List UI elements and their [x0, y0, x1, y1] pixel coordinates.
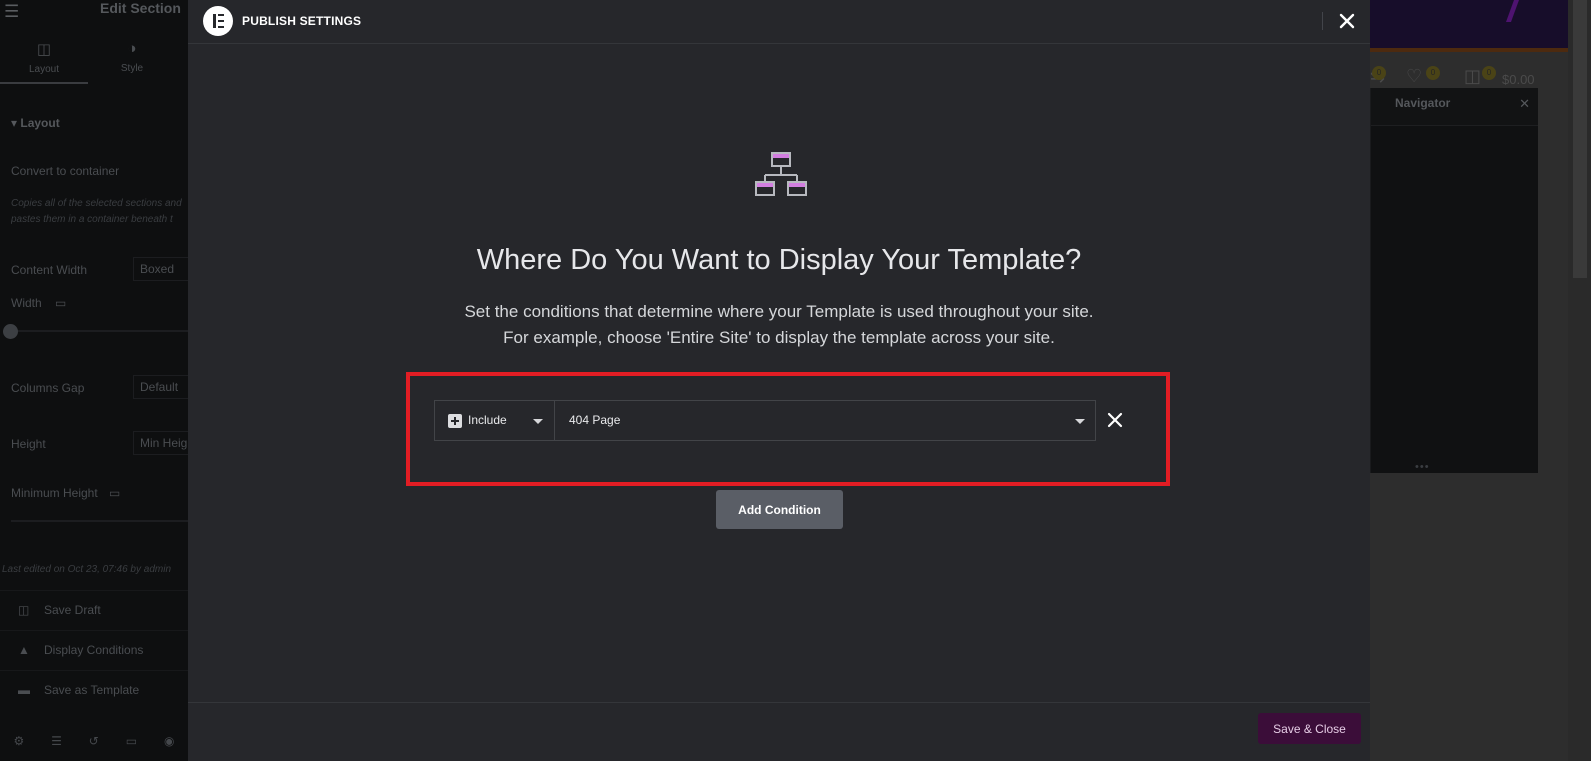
save-as-template-label: Save as Template — [44, 683, 140, 697]
save-as-template-button[interactable]: ▬ Save as Template — [0, 670, 188, 710]
display-conditions-button[interactable]: ▲ Display Conditions — [0, 630, 188, 670]
cart-total: $0.00 — [1502, 72, 1535, 87]
preview-eye-icon[interactable]: ◉ — [164, 734, 174, 761]
responsive-icon[interactable]: ▭ — [126, 734, 137, 761]
tab-style-label: Style — [120, 63, 144, 74]
cart-count-badge: 0 — [1482, 66, 1496, 80]
navigator-panel: Navigator ✕ n ••• — [1361, 88, 1538, 473]
sitemap-icon: ▲ — [18, 643, 30, 657]
minimum-height-label-text: Minimum Height — [11, 486, 98, 500]
plus-square-icon — [448, 414, 462, 428]
condition-value: 404 Page — [569, 413, 621, 427]
convert-description-line-2: pastes them in a container beneath t — [11, 214, 173, 225]
cart-bag-icon[interactable]: ◫ — [1464, 66, 1481, 87]
height-select[interactable]: Min Heigh — [133, 431, 193, 455]
wishlist-heart-icon[interactable]: ♡ — [1406, 66, 1422, 87]
content-width-select[interactable]: Boxed — [133, 257, 193, 281]
columns-gap-label: Columns Gap — [11, 381, 85, 395]
modal-description-line-2: For example, choose 'Entire Site' to dis… — [503, 328, 1055, 347]
editor-panel: ☰ Edit Section ◫ Layout ◑ Style ▾ Layout… — [0, 0, 193, 761]
preview-banner-stripe — [1370, 48, 1568, 52]
navigator-resize-handle[interactable]: ••• — [1415, 461, 1430, 473]
publish-settings-modal: PUBLISH SETTINGS Where Do You Want to Di… — [188, 0, 1370, 761]
close-icon — [1107, 412, 1123, 428]
preview-scrollbar-thumb[interactable] — [1573, 0, 1587, 278]
folder-icon: ▬ — [18, 683, 30, 697]
editor-tabs: ◫ Layout ◑ Style — [0, 34, 188, 84]
editor-footer: ⚙ ☰ ↺ ▭ ◉ — [0, 722, 188, 761]
tab-style[interactable]: ◑ Style — [88, 34, 176, 84]
caret-down-icon — [1075, 419, 1085, 424]
minimum-height-label: Minimum Height ▭ — [11, 486, 120, 500]
save-draft-button[interactable]: ◫ Save Draft — [0, 590, 188, 630]
width-label-text: Width — [11, 296, 42, 310]
modal-heading: Where Do You Want to Display Your Templa… — [476, 244, 1082, 276]
width-slider-track[interactable] — [11, 330, 188, 332]
desktop-icon: ▭ — [109, 486, 121, 500]
style-icon: ◑ — [127, 40, 137, 57]
condition-value-select[interactable]: 404 Page — [555, 401, 1095, 440]
width-slider-handle[interactable] — [3, 324, 18, 339]
editor-header: ☰ Edit Section — [0, 0, 188, 34]
modal-description: Set the conditions that determine where … — [188, 299, 1370, 351]
last-edited-text: Last edited on Oct 23, 07:46 by admin — [2, 564, 171, 575]
condition-type-select[interactable]: Include — [435, 401, 555, 440]
history-icon[interactable]: ↺ — [89, 734, 99, 761]
navigator-close-icon[interactable]: ✕ — [1519, 96, 1530, 112]
layers-icon[interactable]: ☰ — [51, 734, 62, 761]
desktop-icon: ▭ — [55, 296, 67, 310]
content-width-label: Content Width — [11, 263, 88, 277]
minimum-height-slider-track[interactable] — [11, 520, 188, 522]
modal-title: PUBLISH SETTINGS — [242, 14, 362, 28]
condition-row: Include 404 Page — [434, 400, 1096, 441]
convert-description: Copies all of the selected sections and … — [11, 196, 191, 228]
layout-section-toggle[interactable]: ▾ Layout — [11, 116, 60, 130]
modal-header: PUBLISH SETTINGS — [188, 0, 1370, 44]
save-icon: ◫ — [18, 603, 30, 617]
display-conditions-label: Display Conditions — [44, 643, 144, 657]
header-divider — [1322, 12, 1323, 30]
banner-decoration — [1505, 0, 1520, 22]
height-label: Height — [11, 437, 46, 451]
tab-layout-label: Layout — [28, 64, 60, 75]
convert-description-line-1: Copies all of the selected sections and — [11, 198, 182, 209]
compare-count-badge: 0 — [1372, 66, 1386, 80]
elementor-logo-icon — [203, 6, 233, 36]
preview-banner — [1370, 0, 1568, 48]
modal-description-line-1: Set the conditions that determine where … — [464, 302, 1094, 321]
remove-condition-button[interactable] — [1106, 411, 1124, 429]
layout-icon: ◫ — [36, 41, 52, 58]
save-and-close-button[interactable]: Save & Close — [1258, 713, 1361, 744]
condition-type-value: Include — [468, 413, 507, 427]
sitemap-conditions-icon — [753, 150, 809, 205]
wishlist-count-badge: 0 — [1426, 66, 1440, 80]
save-draft-label: Save Draft — [44, 603, 101, 617]
editor-title: Edit Section — [100, 0, 181, 16]
columns-gap-select[interactable]: Default — [133, 375, 193, 399]
settings-icon[interactable]: ⚙ — [13, 734, 24, 761]
layout-section-title: Layout — [20, 116, 60, 130]
navigator-title: Navigator — [1395, 96, 1451, 110]
convert-to-container-label: Convert to container — [11, 164, 120, 178]
width-label: Width ▭ — [11, 296, 66, 310]
preview-scrollbar[interactable] — [1568, 0, 1591, 761]
add-condition-button[interactable]: Add Condition — [716, 490, 843, 529]
modal-footer: Save & Close — [188, 702, 1370, 761]
caret-down-icon — [533, 419, 543, 424]
navigator-header: Navigator ✕ — [1371, 88, 1538, 126]
modal-close-button[interactable] — [1335, 9, 1359, 33]
close-icon — [1339, 13, 1355, 29]
tab-layout[interactable]: ◫ Layout — [0, 34, 88, 84]
hamburger-menu-icon[interactable]: ☰ — [4, 2, 19, 22]
